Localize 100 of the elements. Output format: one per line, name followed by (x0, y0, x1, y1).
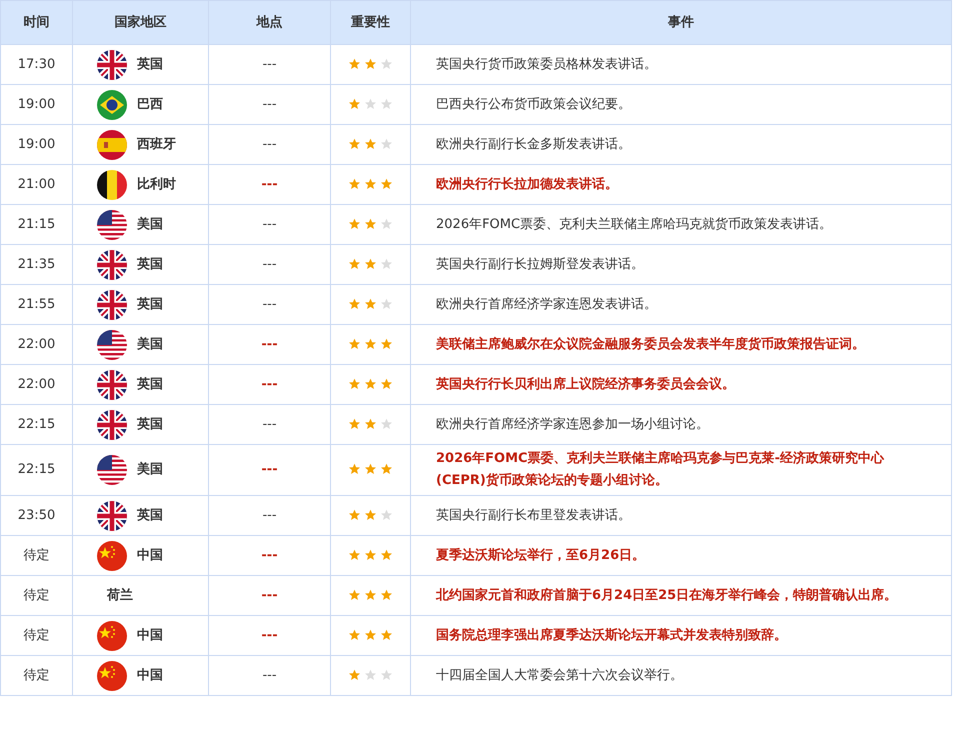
star-icon (364, 668, 377, 681)
time-text: 22:00 (18, 376, 56, 392)
country-name: 英国 (137, 56, 163, 74)
place-text: --- (262, 96, 277, 112)
star-icon (348, 668, 361, 681)
star-icon (348, 548, 361, 561)
place-text: --- (262, 216, 277, 232)
event-text: 2026年FOMC票委、克利夫兰联储主席哈玛克参与巴克莱-经济政策研究中心(CEPR)货币政策论坛的专题小组讨论。 (436, 451, 884, 488)
time-text: 待定 (24, 628, 50, 642)
country-name: 英国 (137, 506, 163, 524)
flag-icon (97, 660, 127, 690)
star-icon (348, 58, 361, 70)
star-icon (380, 178, 393, 190)
event-text: 夏季达沃斯论坛举行，至6月26日。 (436, 548, 646, 562)
star-icon (348, 258, 361, 270)
star-icon (364, 463, 377, 476)
country-name: 英国 (137, 296, 163, 314)
country-name: 中国 (137, 626, 163, 644)
event-text: 北约国家元首和政府首脑于6月24日至25日在海牙举行峰会，特朗普确认出席。 (436, 588, 898, 602)
country-name: 巴西 (137, 96, 163, 114)
country-name: 英国 (137, 376, 163, 394)
country-name: 比利时 (137, 176, 176, 194)
column-header: 时间 (24, 14, 50, 30)
star-icon (380, 378, 393, 390)
star-icon (380, 58, 393, 70)
event-text: 2026年FOMC票委、克利夫兰联储主席哈玛克就货币政策发表讲话。 (436, 216, 832, 232)
country-name: 中国 (137, 666, 163, 684)
time-text: 23:50 (18, 508, 56, 522)
flag-icon (97, 540, 127, 570)
time-text: 待定 (24, 588, 50, 602)
column-header: 地点 (256, 14, 282, 30)
star-icon (348, 178, 361, 190)
star-icon (364, 258, 377, 270)
event-text: 英国央行行长贝利出席上议院经济事务委员会会议。 (436, 376, 735, 392)
star-icon (380, 258, 393, 270)
place-text: --- (262, 296, 277, 312)
star-icon (364, 218, 377, 230)
event-text: 英国央行副行长布里登发表讲话。 (436, 508, 631, 522)
time-text: 22:15 (18, 462, 56, 477)
star-icon (348, 218, 361, 230)
star-icon (380, 298, 393, 310)
star-icon (380, 548, 393, 561)
star-icon (364, 418, 377, 430)
country-name: 英国 (137, 256, 163, 274)
star-icon (364, 378, 377, 390)
time-text: 21:15 (18, 216, 56, 232)
place-text: --- (261, 176, 278, 192)
star-icon (364, 628, 377, 641)
country-name: 美国 (137, 216, 163, 234)
country-name: 西班牙 (137, 136, 176, 154)
place-text: --- (261, 376, 278, 392)
star-icon (380, 98, 393, 110)
star-icon (348, 628, 361, 641)
event-text: 国务院总理李强出席夏季达沃斯论坛开幕式并发表特别致辞。 (436, 628, 787, 642)
event-text: 美联储主席鲍威尔在众议院金融服务委员会发表半年度货币政策报告证词。 (436, 336, 865, 352)
time-text: 21:00 (18, 176, 56, 192)
place-text: --- (262, 668, 277, 682)
place-text: --- (262, 256, 277, 272)
time-text: 21:35 (18, 256, 56, 272)
country-name: 美国 (137, 461, 163, 479)
place-text: --- (261, 462, 278, 477)
star-icon (380, 338, 393, 350)
column-header: 重要性 (351, 14, 390, 30)
star-icon (380, 463, 393, 476)
place-text: --- (261, 336, 278, 352)
place-text: --- (262, 416, 277, 432)
flag-icon (97, 90, 127, 120)
star-icon (364, 138, 377, 150)
star-icon (348, 98, 361, 110)
star-icon (348, 298, 361, 310)
star-icon (380, 508, 393, 521)
flag-icon (97, 620, 127, 650)
event-text: 欧洲央行首席经济学家连恩参加一场小组讨论。 (436, 416, 709, 432)
star-icon (364, 298, 377, 310)
star-icon (380, 418, 393, 430)
flag-icon (97, 170, 127, 200)
event-text: 欧洲央行副行长金多斯发表讲话。 (436, 136, 631, 152)
star-icon (364, 178, 377, 190)
time-text: 21:55 (18, 296, 56, 312)
column-header: 国家地区 (114, 14, 166, 30)
flag-icon (97, 50, 127, 80)
star-icon (348, 138, 361, 150)
time-text: 22:00 (18, 336, 56, 352)
star-icon (348, 588, 361, 601)
flag-icon (97, 455, 127, 485)
flag-icon (97, 250, 127, 280)
star-icon (364, 58, 377, 70)
country-name: 英国 (137, 416, 163, 434)
star-icon (364, 338, 377, 350)
star-icon (380, 588, 393, 601)
flag-icon (97, 410, 127, 440)
event-text: 巴西央行公布货币政策会议纪要。 (436, 96, 631, 112)
event-text: 欧洲央行首席经济学家连恩发表讲话。 (436, 296, 657, 312)
place-text: --- (262, 136, 277, 152)
place-text: --- (261, 548, 278, 562)
star-icon (364, 508, 377, 521)
flag-icon (97, 500, 127, 530)
star-icon (364, 548, 377, 561)
event-text: 欧洲央行行长拉加德发表讲话。 (436, 176, 618, 192)
event-text: 十四届全国人大常委会第十六次会议举行。 (436, 668, 683, 682)
